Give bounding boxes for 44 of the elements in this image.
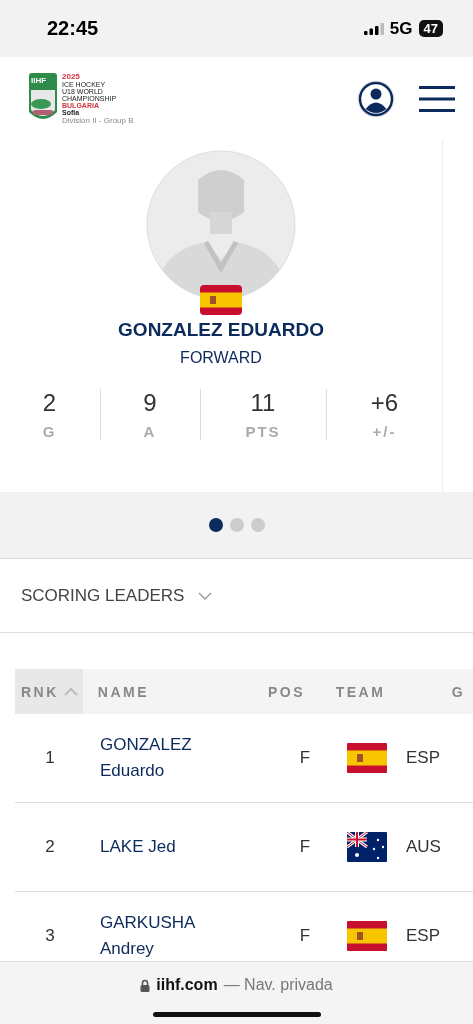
battery-indicator: 47	[418, 20, 443, 37]
network-label: 5G	[389, 18, 413, 39]
team-code: ESP	[406, 926, 441, 946]
position-cell: F	[299, 748, 311, 768]
carousel-dot[interactable]	[208, 518, 223, 532]
account-icon[interactable]	[357, 79, 395, 118]
logo-division: Division II - Group B	[62, 116, 134, 125]
rank-cell: 1	[45, 748, 55, 768]
player-link[interactable]: GONZALEZ Eduardo	[100, 732, 192, 784]
rank-cell: 3	[45, 926, 55, 946]
carousel-dot[interactable]	[229, 518, 244, 532]
stat-label: A	[143, 423, 157, 440]
stat-value: 2	[42, 389, 57, 417]
logo-year: 2025	[62, 72, 81, 81]
url-domain[interactable]: iihf.com	[156, 976, 218, 994]
lock-icon	[140, 978, 151, 992]
stat-label: +/-	[372, 423, 397, 440]
position-cell: F	[299, 837, 311, 857]
stat-value: 9	[143, 389, 157, 417]
player-position: FORWARD	[180, 349, 262, 367]
carousel-dot[interactable]	[250, 518, 265, 532]
chevron-down-icon	[198, 591, 213, 600]
player-link[interactable]: GARKUSHA Andrey	[100, 910, 195, 961]
status-time: 22:45	[47, 17, 99, 40]
stat-category-dropdown[interactable]: SCORING LEADERS	[21, 585, 213, 606]
position-cell: F	[299, 926, 311, 946]
australia-flag-icon	[347, 832, 387, 862]
player-link[interactable]: LAKE Jed	[100, 834, 176, 860]
stat-label: G	[42, 423, 57, 440]
private-mode-label: — Nav. privada	[223, 976, 333, 994]
spain-flag-icon	[347, 743, 387, 773]
spain-flag-icon	[200, 285, 242, 315]
team-code: AUS	[406, 837, 441, 857]
signal-icon	[363, 22, 384, 35]
rank-cell: 2	[45, 837, 55, 857]
logo-label: IIHF	[31, 75, 47, 85]
stat-value: +6	[370, 389, 399, 417]
menu-icon[interactable]	[419, 85, 455, 112]
player-name: GONZALEZ EDUARDO	[118, 319, 324, 341]
sort-up-icon	[63, 687, 78, 696]
team-code: ESP	[406, 748, 441, 768]
stat-label: PTS	[245, 423, 281, 440]
spain-flag-icon	[347, 921, 387, 951]
stat-value: 11	[250, 389, 276, 417]
